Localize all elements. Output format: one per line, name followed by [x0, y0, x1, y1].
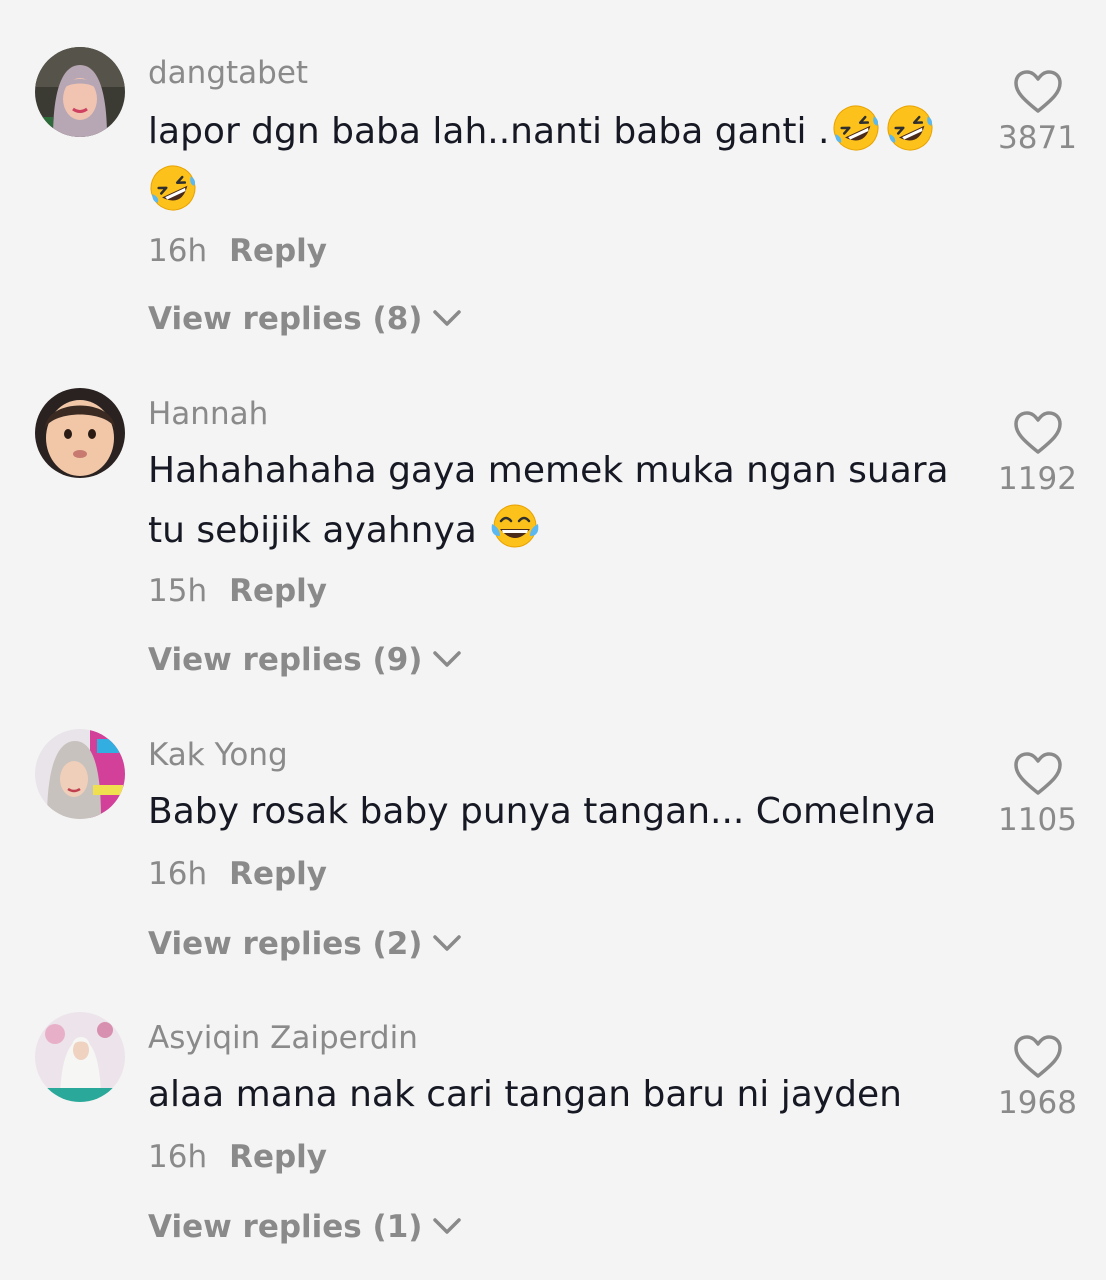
comment-time: 16h	[148, 856, 208, 892]
heart-outline-icon[interactable]	[1013, 1034, 1063, 1080]
comment-text: Hahahahaha gaya memek muka ngan suara tu…	[148, 441, 968, 561]
comment-text-body: Baby rosak baby punya tangan... Comelnya	[148, 791, 937, 832]
view-replies-button[interactable]: View replies (9)	[148, 641, 462, 679]
like-control: 1105	[990, 751, 1085, 839]
view-replies-label: View replies (9)	[148, 642, 423, 678]
avatar[interactable]	[35, 1012, 125, 1102]
avatar[interactable]	[35, 47, 125, 137]
comment-meta: 16h Reply	[148, 855, 327, 893]
comment-username[interactable]: Kak Yong	[148, 736, 288, 774]
avatar[interactable]	[35, 388, 125, 478]
chevron-down-icon	[432, 308, 462, 328]
comment-time: 16h	[148, 1139, 208, 1175]
like-control: 3871	[990, 69, 1085, 157]
like-count: 1192	[998, 461, 1077, 497]
heart-outline-icon[interactable]	[1013, 69, 1063, 115]
comment-time: 15h	[148, 573, 208, 609]
view-replies-label: View replies (2)	[148, 926, 423, 962]
comment-time: 16h	[148, 233, 208, 269]
comment-text-body: alaa mana nak cari tangan baru ni jayden	[148, 1074, 902, 1115]
comment-text: lapor dgn baba lah..nanti baba ganti .	[148, 102, 968, 222]
avatar[interactable]	[35, 729, 125, 819]
comment-text-body: lapor dgn baba lah..nanti baba ganti .	[148, 111, 830, 152]
comment-username[interactable]: dangtabet	[148, 54, 308, 92]
comment-meta: 16h Reply	[148, 1138, 327, 1176]
reply-button[interactable]: Reply	[229, 856, 327, 892]
like-count: 1105	[998, 802, 1077, 838]
rolling-on-floor-laughing-emoji	[831, 103, 881, 153]
face-with-tears-of-joy-emoji	[490, 502, 540, 552]
view-replies-button[interactable]: View replies (1)	[148, 1208, 462, 1246]
comment-meta: 15h Reply	[148, 572, 327, 610]
reply-button[interactable]: Reply	[229, 573, 327, 609]
comment-text: Baby rosak baby punya tangan... Comelnya	[148, 782, 978, 842]
rolling-on-floor-laughing-emoji	[885, 103, 935, 153]
heart-outline-icon[interactable]	[1013, 410, 1063, 456]
comment-username[interactable]: Hannah	[148, 395, 268, 433]
comment-text-body: Hahahahaha gaya memek muka ngan suara tu…	[148, 450, 949, 551]
heart-outline-icon[interactable]	[1013, 751, 1063, 797]
view-replies-button[interactable]: View replies (8)	[148, 300, 462, 338]
comment-username[interactable]: Asyiqin Zaiperdin	[148, 1019, 418, 1057]
chevron-down-icon	[432, 1216, 462, 1236]
view-replies-label: View replies (1)	[148, 1209, 423, 1245]
chevron-down-icon	[432, 649, 462, 669]
reply-button[interactable]: Reply	[229, 1139, 327, 1175]
comment-text: alaa mana nak cari tangan baru ni jayden	[148, 1065, 968, 1125]
view-replies-label: View replies (8)	[148, 301, 423, 337]
rolling-on-floor-laughing-emoji	[148, 163, 198, 213]
like-control: 1968	[990, 1034, 1085, 1122]
chevron-down-icon	[432, 933, 462, 953]
like-count: 3871	[998, 120, 1077, 156]
like-count: 1968	[998, 1085, 1077, 1121]
like-control: 1192	[990, 410, 1085, 498]
view-replies-button[interactable]: View replies (2)	[148, 925, 462, 963]
comment-meta: 16h Reply	[148, 232, 327, 270]
reply-button[interactable]: Reply	[229, 233, 327, 269]
